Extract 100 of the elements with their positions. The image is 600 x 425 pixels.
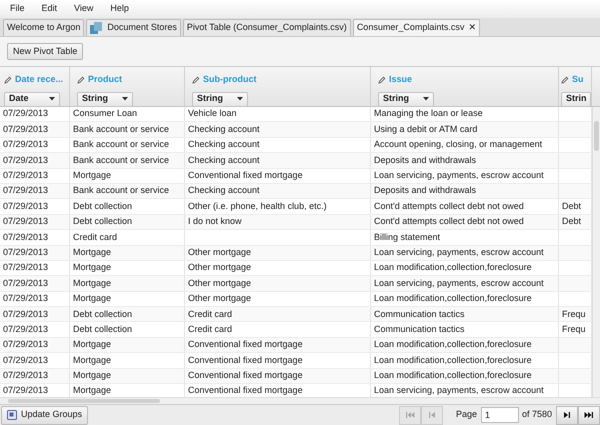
table-cell-text: Mortgage — [73, 276, 112, 290]
menu-item[interactable]: View — [74, 2, 94, 16]
table-cell-text: Account opening, closing, or management — [374, 138, 542, 152]
skip-back-icon — [426, 410, 437, 420]
table-cell-text: Mortgage — [73, 369, 112, 382]
type-label: Strin — [566, 92, 587, 106]
column-header[interactable]: Su Strin — [559, 67, 592, 106]
table-cell-text: Cont'd attempts collect debt not owed — [374, 200, 524, 213]
table-cell-text: 07/29/2013 — [3, 122, 48, 136]
vertical-scrollbar[interactable] — [592, 107, 600, 397]
table-cell-text: Frequ — [562, 308, 586, 321]
tab-label: Welcome to Argon — [7, 21, 80, 34]
column-title: Sub-product — [203, 73, 256, 86]
update-groups-button[interactable]: Update Groups — [1, 406, 88, 424]
table-cell: 07/29/2013 — [3, 384, 48, 397]
tab-label: Pivot Table (Consumer_Complaints.csv) — [186, 21, 347, 34]
table-cell-text: Vehicle loan — [188, 107, 237, 120]
type-dropdown[interactable]: Date — [4, 92, 60, 106]
table-cell-text: Debt collection — [73, 322, 132, 336]
table-cell-text: Loan modification,collection,foreclosure — [374, 261, 532, 274]
database-icon — [90, 22, 104, 34]
table-cell-text: 07/29/2013 — [3, 276, 48, 290]
table-cell-text: Mortgage — [73, 354, 112, 367]
pencil-icon — [192, 76, 200, 84]
table-cell-text: Deposits and withdrawals — [374, 154, 476, 167]
table-cell-text: 07/29/2013 — [3, 292, 48, 306]
menu-item[interactable]: Edit — [42, 2, 58, 16]
type-dropdown[interactable]: String — [192, 92, 248, 106]
table-cell-text: Other mortgage — [188, 246, 252, 259]
table-cell-text: Debt collection — [73, 308, 132, 321]
table-cell-text: 07/29/2013 — [3, 154, 48, 167]
table-cell: Mortgage — [73, 384, 112, 397]
type-label: String — [82, 92, 108, 106]
type-label: String — [383, 92, 409, 106]
table-cell-text: 07/29/2013 — [3, 230, 48, 244]
table-cell-text: Loan modification,collection,foreclosure — [374, 292, 532, 306]
column-title: Product — [88, 73, 122, 86]
table-cell: Loan servicing, payments, escrow account — [374, 384, 544, 397]
table-cell-text: Bank account or service — [73, 122, 170, 136]
column-title: Su — [572, 73, 584, 86]
table-cell-text: Bank account or service — [73, 184, 170, 198]
tab-label: Document Stores — [107, 21, 177, 34]
table-cell-text: Mortgage — [73, 246, 112, 259]
table-cell-text: 07/29/2013 — [3, 338, 48, 352]
caret-icon — [423, 97, 429, 101]
table-cell-text: Other mortgage — [188, 276, 252, 290]
table-cell-text: Credit card — [188, 308, 232, 321]
table-cell-text: Debt collection — [73, 215, 132, 228]
type-dropdown[interactable]: Strin — [561, 92, 591, 106]
table-cell-text: 07/29/2013 — [3, 200, 48, 213]
pencil-icon — [77, 76, 85, 84]
table-cell-text: Mortgage — [73, 292, 112, 306]
table-cell-text: Other mortgage — [188, 261, 252, 274]
table-cell-text: Credit card — [73, 230, 118, 244]
table-cell-text: Checking account — [188, 138, 260, 152]
table-cell-text: 07/29/2013 — [3, 308, 48, 321]
pager-button[interactable] — [578, 406, 600, 424]
caret-icon — [237, 97, 243, 101]
column-header[interactable]: Product String — [70, 67, 185, 106]
table-cell-text: 07/29/2013 — [3, 261, 48, 274]
column-header[interactable]: Date rece... Date — [0, 67, 70, 106]
column-title: Issue — [389, 73, 412, 86]
menu-item[interactable]: File — [10, 2, 25, 16]
table-cell-text: Conventional fixed mortgage — [188, 338, 303, 352]
table-cell-text: 07/29/2013 — [3, 107, 48, 120]
page-label: Page — [456, 408, 477, 422]
skip-last-icon — [584, 410, 594, 420]
pager-button[interactable] — [556, 406, 578, 424]
tab[interactable]: Welcome to Argon — [3, 19, 84, 36]
type-dropdown[interactable]: String — [378, 92, 434, 106]
type-dropdown[interactable]: String — [77, 92, 133, 106]
tab[interactable]: Consumer_Complaints.csv ✕ — [352, 19, 480, 36]
caret-icon — [122, 97, 128, 101]
table-cell-text: Using a debit or ATM card — [374, 122, 478, 136]
table-cell-text: Deposits and withdrawals — [374, 184, 476, 198]
table-cell-text: Debt collection — [73, 200, 132, 213]
table-cell-text: Mortgage — [73, 169, 112, 182]
table-cell-text: Bank account or service — [73, 138, 170, 152]
table-cell-text: Loan modification,collection,foreclosure — [374, 338, 532, 352]
table-cell-text: 07/29/2013 — [3, 246, 48, 259]
table-cell-text: Loan servicing, payments, escrow account — [374, 169, 544, 182]
type-label: Date — [9, 92, 29, 106]
tab[interactable]: Document Stores — [86, 19, 181, 36]
new-pivot-table-button[interactable]: New Pivot Table — [7, 43, 84, 60]
table-cell-text: Communication tactics — [374, 322, 465, 336]
page-field[interactable]: 1 — [480, 407, 519, 423]
tab[interactable]: Pivot Table (Consumer_Complaints.csv) — [182, 19, 351, 36]
table-cell-text: Bank account or service — [73, 154, 170, 167]
skip-first-icon — [404, 410, 415, 420]
skip-forward-icon — [562, 410, 572, 420]
table-cell-text: Communication tactics — [374, 308, 465, 321]
menu-item[interactable]: Help — [110, 2, 129, 16]
close-icon[interactable]: ✕ — [468, 21, 476, 35]
table-cell-text: Conventional fixed mortgage — [188, 369, 303, 382]
horizontal-scrollbar[interactable] — [0, 397, 600, 404]
table-cell-text: Credit card — [188, 322, 232, 336]
table-cell-text: Checking account — [188, 122, 260, 136]
table-cell-text: I do not know — [188, 215, 242, 228]
page-total: of 7580 — [522, 408, 552, 422]
table-cell-text: Checking account — [188, 154, 260, 167]
